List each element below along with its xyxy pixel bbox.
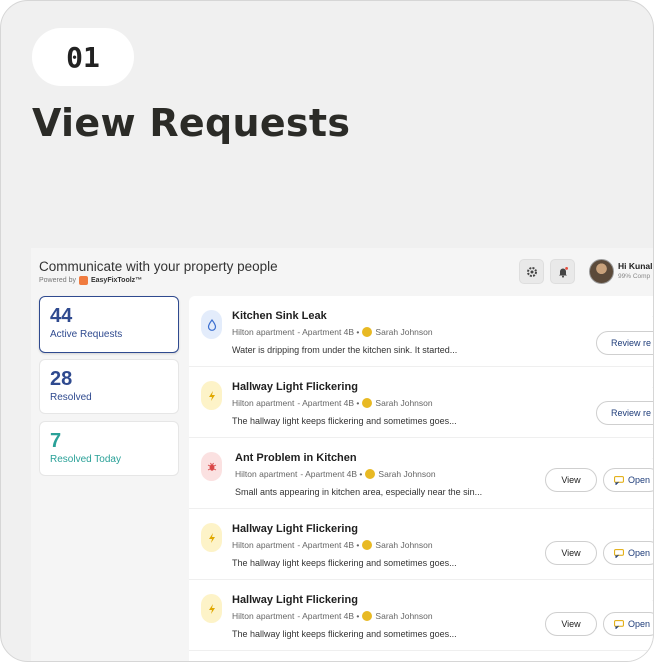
request-row[interactable]: Hallway Light Flickering Hilton apartmen… — [189, 367, 653, 438]
gear-icon — [526, 266, 537, 277]
property-name: Hilton apartment — [235, 469, 298, 479]
review-request-button[interactable]: Review re — [596, 331, 653, 355]
request-row[interactable]: Hallway Light Flickering Hilton apartmen… — [189, 509, 653, 580]
request-row[interactable]: Ant Problem in Kitchen Hilton apartment … — [189, 438, 653, 509]
unit-name: - Apartment 4B • — [297, 327, 360, 337]
settings-button[interactable] — [519, 259, 544, 284]
request-title: Hallway Light Flickering — [232, 523, 358, 535]
stat-value: 7 — [50, 430, 62, 452]
page-title: View Requests — [32, 101, 351, 145]
bell-icon — [558, 266, 568, 278]
unit-name: - Apartment 4B • — [297, 398, 360, 408]
request-description: The hallway light keeps flickering and s… — [232, 629, 457, 639]
app-screenshot: Communicate with your property people Po… — [31, 248, 653, 661]
requester-name: Sarah Johnson — [375, 398, 433, 408]
request-title: Hallway Light Flickering — [232, 594, 358, 606]
stat-card-resolved[interactable]: 28 Resolved — [39, 359, 179, 414]
app-header: Communicate with your property people Po… — [31, 248, 653, 294]
request-meta: Hilton apartment - Apartment 4B • Sarah … — [235, 469, 436, 479]
bug-icon — [201, 452, 222, 481]
app-title: Communicate with your property people — [39, 259, 278, 274]
open-label: Open — [628, 548, 651, 558]
open-label: Open — [628, 475, 651, 485]
chat-icon — [614, 619, 624, 629]
lightning-icon — [201, 594, 222, 623]
request-meta: Hilton apartment - Apartment 4B • Sarah … — [232, 398, 433, 408]
brand-name: EasyFixToolz™ — [90, 277, 143, 284]
open-chat-button[interactable]: Open — [603, 468, 653, 492]
stat-value: 44 — [50, 305, 73, 327]
water-drop-icon — [201, 310, 222, 339]
view-button[interactable]: View — [545, 468, 597, 492]
powered-by-label: Powered by — [39, 277, 76, 284]
request-meta: Hilton apartment - Apartment 4B • Sarah … — [232, 540, 433, 550]
chat-icon — [614, 548, 624, 558]
unit-name: - Apartment 4B • — [297, 540, 360, 550]
property-name: Hilton apartment — [232, 398, 295, 408]
request-list: Kitchen Sink Leak Hilton apartment - Apa… — [189, 296, 653, 661]
open-label: Open — [628, 619, 651, 629]
review-request-button[interactable]: Review re — [596, 401, 653, 425]
feature-card: 01 View Requests Communicate with your p… — [0, 0, 654, 662]
stat-value: 28 — [50, 368, 73, 390]
brand-logo-icon — [78, 276, 88, 285]
request-meta: Hilton apartment - Apartment 4B • Sarah … — [232, 327, 433, 337]
user-subtext: 99% Comp — [618, 273, 651, 280]
request-meta: Hilton apartment - Apartment 4B • Sarah … — [232, 611, 433, 621]
requester-name: Sarah Johnson — [378, 469, 436, 479]
request-row[interactable]: Kitchen Sink Leak Hilton apartment - Apa… — [189, 296, 653, 367]
stat-label: Active Requests — [50, 329, 123, 340]
requester-name: Sarah Johnson — [375, 611, 433, 621]
user-avatar-icon — [362, 540, 373, 550]
powered-by: Powered by EasyFixToolz™ — [39, 276, 142, 285]
view-button[interactable]: View — [545, 541, 597, 565]
stat-label: Resolved — [50, 392, 92, 403]
user-greeting: Hi Kunal — [618, 261, 653, 271]
notifications-button[interactable] — [550, 259, 575, 284]
property-name: Hilton apartment — [232, 611, 295, 621]
stat-label: Resolved Today — [50, 454, 121, 465]
request-row[interactable]: Hallway Light Flickering Hilton apartmen… — [189, 580, 653, 651]
request-description: The hallway light keeps flickering and s… — [232, 558, 457, 568]
unit-name: - Apartment 4B • — [297, 611, 360, 621]
lightning-icon — [201, 381, 222, 410]
stat-card-active[interactable]: 44 Active Requests — [39, 296, 179, 353]
request-description: The hallway light keeps flickering and s… — [232, 416, 457, 426]
unit-name: - Apartment 4B • — [300, 469, 363, 479]
open-chat-button[interactable]: Open — [603, 541, 653, 565]
lightning-icon — [201, 523, 222, 552]
user-avatar-icon — [362, 611, 373, 621]
request-description: Water is dripping from under the kitchen… — [232, 345, 458, 355]
user-avatar-icon — [365, 469, 376, 479]
step-number: 01 — [32, 28, 134, 86]
request-title: Ant Problem in Kitchen — [235, 452, 357, 464]
user-avatar-icon — [362, 327, 373, 337]
request-description: Small ants appearing in kitchen area, es… — [235, 487, 483, 497]
requester-name: Sarah Johnson — [375, 540, 433, 550]
user-avatar[interactable] — [589, 259, 614, 284]
view-button[interactable]: View — [545, 612, 597, 636]
request-title: Hallway Light Flickering — [232, 381, 358, 393]
chat-icon — [614, 475, 624, 485]
open-chat-button[interactable]: Open — [603, 612, 653, 636]
requester-name: Sarah Johnson — [375, 327, 433, 337]
request-title: Kitchen Sink Leak — [232, 310, 327, 322]
property-name: Hilton apartment — [232, 327, 295, 337]
user-avatar-icon — [362, 398, 373, 408]
stat-card-resolved-today[interactable]: 7 Resolved Today — [39, 421, 179, 476]
property-name: Hilton apartment — [232, 540, 295, 550]
